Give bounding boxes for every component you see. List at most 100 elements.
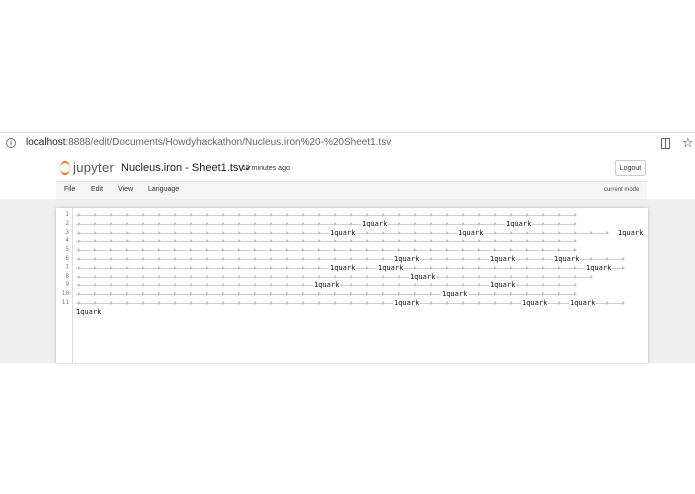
menu-language[interactable]: Language xyxy=(148,186,179,193)
tab-marker-icon xyxy=(558,213,561,217)
tab-marker-icon xyxy=(142,292,145,297)
cell-value[interactable]: 1quark xyxy=(505,219,533,228)
tab-marker-icon xyxy=(382,274,385,279)
cell-value[interactable]: 1quark xyxy=(585,263,613,272)
tab-marker-icon xyxy=(94,265,97,270)
cell-value[interactable]: 1quark xyxy=(329,228,357,237)
file-title-text: Nucleus.iron - Sheet1.tsv xyxy=(121,162,244,174)
tab-marker-icon xyxy=(430,301,433,305)
tab-marker-icon xyxy=(270,265,273,270)
tab-marker-icon xyxy=(398,221,401,226)
tab-marker-icon xyxy=(590,274,593,279)
tab-marker-icon xyxy=(302,239,305,244)
tab-marker-icon xyxy=(414,283,417,288)
tab-marker-icon xyxy=(574,221,577,226)
tab-marker-icon xyxy=(94,292,97,297)
cell-value[interactable]: 1quark xyxy=(329,263,357,272)
menu-view[interactable]: View xyxy=(118,186,133,193)
tab-separator-line xyxy=(76,250,576,252)
tab-marker-icon xyxy=(142,301,145,305)
tab-marker-icon xyxy=(430,292,433,297)
tab-marker-icon xyxy=(478,221,481,226)
tab-marker-icon xyxy=(574,265,577,270)
menu-bar: File Edit View Language current mode xyxy=(56,181,647,200)
url-field[interactable]: localhost:8888/edit/Documents/Howdyhacka… xyxy=(26,137,391,148)
tab-marker-icon xyxy=(542,283,545,288)
tab-marker-icon xyxy=(590,257,593,261)
tab-marker-icon xyxy=(430,230,433,235)
tab-marker-icon xyxy=(126,265,129,270)
tab-marker-icon xyxy=(622,257,625,261)
tab-marker-icon xyxy=(254,257,257,261)
tab-marker-icon xyxy=(190,283,193,288)
cell-value[interactable]: 1quark xyxy=(457,228,485,237)
tab-marker-icon xyxy=(158,221,161,226)
tab-separator-line xyxy=(76,294,576,296)
star-icon[interactable]: ☆ xyxy=(682,135,694,151)
reader-mode-icon[interactable] xyxy=(661,138,670,149)
line-number: 8 xyxy=(65,272,69,280)
tab-marker-icon xyxy=(318,265,321,270)
tab-marker-icon xyxy=(206,301,209,305)
cell-value[interactable]: 1quark xyxy=(409,272,437,281)
tab-marker-icon xyxy=(110,265,113,270)
tab-marker-icon xyxy=(206,213,209,217)
info-icon[interactable]: i xyxy=(6,138,16,148)
cell-value[interactable]: 1quark xyxy=(313,281,341,290)
tab-marker-icon xyxy=(318,213,321,217)
tab-marker-icon xyxy=(574,292,577,297)
tab-marker-icon xyxy=(398,283,401,288)
text-editor[interactable]: 1 2 3 4 5 6 7 8 9 10 11 1quark 1quark 1quark 1quark 1q… xyxy=(56,208,648,363)
tab-marker-icon xyxy=(206,221,209,226)
tab-marker-icon xyxy=(510,239,513,244)
logout-button[interactable]: Logout xyxy=(615,160,646,176)
menu-edit[interactable]: Edit xyxy=(91,186,103,193)
tab-marker-icon xyxy=(78,301,81,305)
file-title[interactable]: Nucleus.iron - Sheet1.tsv✔ xyxy=(121,162,252,174)
cell-value[interactable]: 1quark xyxy=(569,299,597,307)
tab-marker-icon xyxy=(398,230,401,235)
tab-marker-icon xyxy=(526,239,529,244)
browser-address-bar[interactable]: i localhost:8888/edit/Documents/Howdyhac… xyxy=(0,132,695,157)
tab-marker-icon xyxy=(542,213,545,217)
cell-value[interactable]: 1quark xyxy=(441,290,469,299)
tab-marker-icon xyxy=(558,283,561,288)
tab-separator-line xyxy=(76,223,576,225)
tab-marker-icon xyxy=(270,213,273,217)
tab-marker-icon xyxy=(94,257,97,261)
tab-marker-icon xyxy=(174,248,177,253)
cell-value[interactable]: 1quark xyxy=(553,255,581,263)
line-number: 6 xyxy=(65,255,69,262)
tab-marker-icon xyxy=(446,274,449,279)
tab-marker-icon xyxy=(446,213,449,217)
tab-marker-icon xyxy=(78,283,81,288)
cell-value[interactable]: 1quark xyxy=(361,219,389,228)
tab-marker-icon xyxy=(270,301,273,305)
cell-value[interactable]: 1quark xyxy=(393,299,421,307)
tab-marker-icon xyxy=(494,265,497,270)
tab-marker-icon xyxy=(478,301,481,305)
tab-marker-icon xyxy=(510,274,513,279)
cell-value[interactable]: 1quark xyxy=(617,228,645,237)
tab-marker-icon xyxy=(510,301,513,305)
cell-value[interactable]: 1quark xyxy=(489,281,517,290)
tab-marker-icon xyxy=(126,239,129,244)
cell-value[interactable]: 1quark xyxy=(393,255,421,263)
tab-marker-icon xyxy=(622,265,625,270)
cell-value[interactable]: 1quark xyxy=(489,255,517,263)
tab-marker-icon xyxy=(334,257,337,261)
tab-marker-icon xyxy=(446,248,449,253)
tab-marker-icon xyxy=(350,248,353,253)
cell-value[interactable]: 1quark xyxy=(377,263,405,272)
tab-marker-icon xyxy=(398,239,401,244)
tab-marker-icon xyxy=(238,292,241,297)
tab-marker-icon xyxy=(206,248,209,253)
cell-value[interactable]: 1quark xyxy=(521,299,549,307)
logo-text: jupyter xyxy=(73,160,115,175)
jupyter-logo[interactable]: jupyter xyxy=(60,159,118,179)
tab-marker-icon xyxy=(558,239,561,244)
cell-value[interactable]: 1quark xyxy=(75,307,103,316)
tab-marker-icon xyxy=(510,230,513,235)
tab-marker-icon xyxy=(350,301,353,305)
menu-file[interactable]: File xyxy=(64,186,75,193)
